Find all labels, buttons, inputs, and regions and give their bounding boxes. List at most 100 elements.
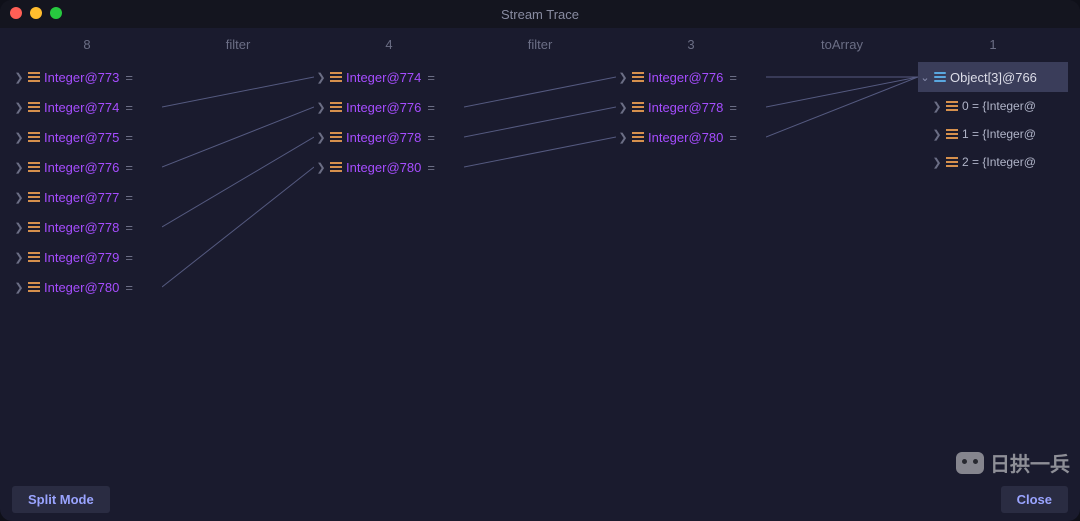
value-label: Integer@776: [346, 100, 421, 115]
value-label: Integer@775: [44, 130, 119, 145]
value-node[interactable]: ❯Integer@777 =: [12, 182, 162, 212]
trace-content: ❯Integer@773 =❯Integer@774 =❯Integer@775…: [0, 60, 1080, 477]
value-node[interactable]: ❯ Integer@775 =: [12, 122, 162, 152]
object-icon: [330, 162, 342, 172]
chevron-right-icon: ❯: [14, 221, 24, 234]
value-suffix: =: [729, 100, 737, 115]
value-label: Integer@780: [648, 130, 723, 145]
minimize-window-icon[interactable]: [30, 7, 42, 19]
chevron-right-icon: ❯: [932, 100, 942, 113]
object-icon: [946, 157, 958, 167]
chevron-right-icon: ❯: [14, 71, 24, 84]
object-icon: [632, 72, 644, 82]
chevron-right-icon: ❯: [316, 131, 326, 144]
chevron-down-icon: ⌄: [920, 71, 930, 84]
connector-area-2: [464, 60, 616, 477]
titlebar: Stream Trace: [0, 0, 1080, 28]
chevron-right-icon: ❯: [14, 131, 24, 144]
array-element-label: 1 = {Integer@: [962, 127, 1036, 141]
value-label: Integer@774: [44, 100, 119, 115]
value-suffix: =: [125, 160, 133, 175]
value-label: Integer@778: [346, 130, 421, 145]
window-title: Stream Trace: [0, 7, 1080, 22]
value-node[interactable]: ❯Integer@779 =: [12, 242, 162, 272]
value-label: Integer@780: [346, 160, 421, 175]
value-suffix: =: [125, 220, 133, 235]
chevron-right-icon: ❯: [932, 156, 942, 169]
connector-lines-3: [766, 60, 918, 477]
stage-count-4: 1: [918, 37, 1068, 52]
value-label: Integer@778: [44, 220, 119, 235]
value-node[interactable]: ❯ Integer@773 =: [12, 62, 162, 92]
array-element-label: 2 = {Integer@: [962, 155, 1036, 169]
zoom-window-icon[interactable]: [50, 7, 62, 19]
value-suffix: =: [427, 70, 435, 85]
object-icon: [28, 72, 40, 82]
stage-count-1: 8: [12, 37, 162, 52]
value-node[interactable]: ❯ Integer@780 =: [616, 122, 766, 152]
value-suffix: =: [125, 280, 133, 295]
array-element-label: 0 = {Integer@: [962, 99, 1036, 113]
value-node[interactable]: ❯ Integer@774 =: [12, 92, 162, 122]
close-button[interactable]: Close: [1001, 486, 1068, 513]
object-icon: [28, 192, 40, 202]
value-suffix: =: [729, 130, 737, 145]
chevron-right-icon: ❯: [14, 281, 24, 294]
array-element-node[interactable]: ❯ 2 = {Integer@: [918, 148, 1068, 176]
stream-trace-window: Stream Trace 8 filter 4 filter 3 toArray…: [0, 0, 1080, 521]
chevron-right-icon: ❯: [14, 101, 24, 114]
connector-lines-2: [464, 60, 616, 477]
value-suffix: =: [427, 160, 435, 175]
value-node[interactable]: ❯Integer@774 =: [314, 62, 464, 92]
array-root-node[interactable]: ⌄ Object[3]@766: [918, 62, 1068, 92]
connector-lines-1: [162, 60, 314, 477]
stage-header-row: 8 filter 4 filter 3 toArray 1: [0, 28, 1080, 60]
value-suffix: =: [125, 100, 133, 115]
value-node[interactable]: ❯ Integer@780 =: [314, 152, 464, 182]
object-icon: [946, 101, 958, 111]
array-icon: [934, 72, 946, 82]
value-node[interactable]: ❯Integer@778 =: [616, 92, 766, 122]
object-icon: [946, 129, 958, 139]
value-label: Integer@773: [44, 70, 119, 85]
close-window-icon[interactable]: [10, 7, 22, 19]
value-label: Integer@780: [44, 280, 119, 295]
array-element-node[interactable]: ❯ 0 = {Integer@: [918, 92, 1068, 120]
object-icon: [28, 222, 40, 232]
value-suffix: =: [125, 130, 133, 145]
value-label: Integer@774: [346, 70, 421, 85]
value-node[interactable]: ❯Integer@776 =: [616, 62, 766, 92]
stage-4-items: ⌄ Object[3]@766 ❯ 0 = {Integer@ ❯ 1 = {Intege…: [918, 60, 1068, 477]
object-icon: [330, 102, 342, 112]
value-suffix: =: [125, 70, 133, 85]
value-suffix: =: [125, 190, 133, 205]
value-node[interactable]: ❯Integer@776 =: [12, 152, 162, 182]
value-suffix: =: [125, 250, 133, 265]
value-node[interactable]: ❯Integer@778 =: [314, 122, 464, 152]
value-suffix: =: [427, 100, 435, 115]
split-mode-button[interactable]: Split Mode: [12, 486, 110, 513]
connector-area-1: [162, 60, 314, 477]
chevron-right-icon: ❯: [932, 128, 942, 141]
array-root-label: Object[3]@766: [950, 70, 1037, 85]
value-suffix: =: [729, 70, 737, 85]
value-label: Integer@779: [44, 250, 119, 265]
object-icon: [28, 102, 40, 112]
object-icon: [28, 162, 40, 172]
stage-op-3: toArray: [766, 37, 918, 52]
stage-count-3: 3: [616, 37, 766, 52]
object-icon: [330, 132, 342, 142]
chevron-right-icon: ❯: [618, 101, 628, 114]
stage-3-items: ❯Integer@776 =❯Integer@778 =❯Integer@780…: [616, 60, 766, 477]
object-icon: [632, 102, 644, 112]
object-icon: [330, 72, 342, 82]
chevron-right-icon: ❯: [316, 161, 326, 174]
chevron-right-icon: ❯: [618, 131, 628, 144]
value-node[interactable]: ❯ Integer@780 =: [12, 272, 162, 302]
stage-1-items: ❯ Integer@773 = ❯ Integer@774 = ❯ Integer@775…: [12, 60, 162, 477]
value-node[interactable]: ❯Integer@776 =: [314, 92, 464, 122]
value-node[interactable]: ❯ Integer@778 =: [12, 212, 162, 242]
chevron-right-icon: ❯: [618, 71, 628, 84]
array-element-node[interactable]: ❯ 1 = {Integer@: [918, 120, 1068, 148]
chevron-right-icon: ❯: [14, 161, 24, 174]
